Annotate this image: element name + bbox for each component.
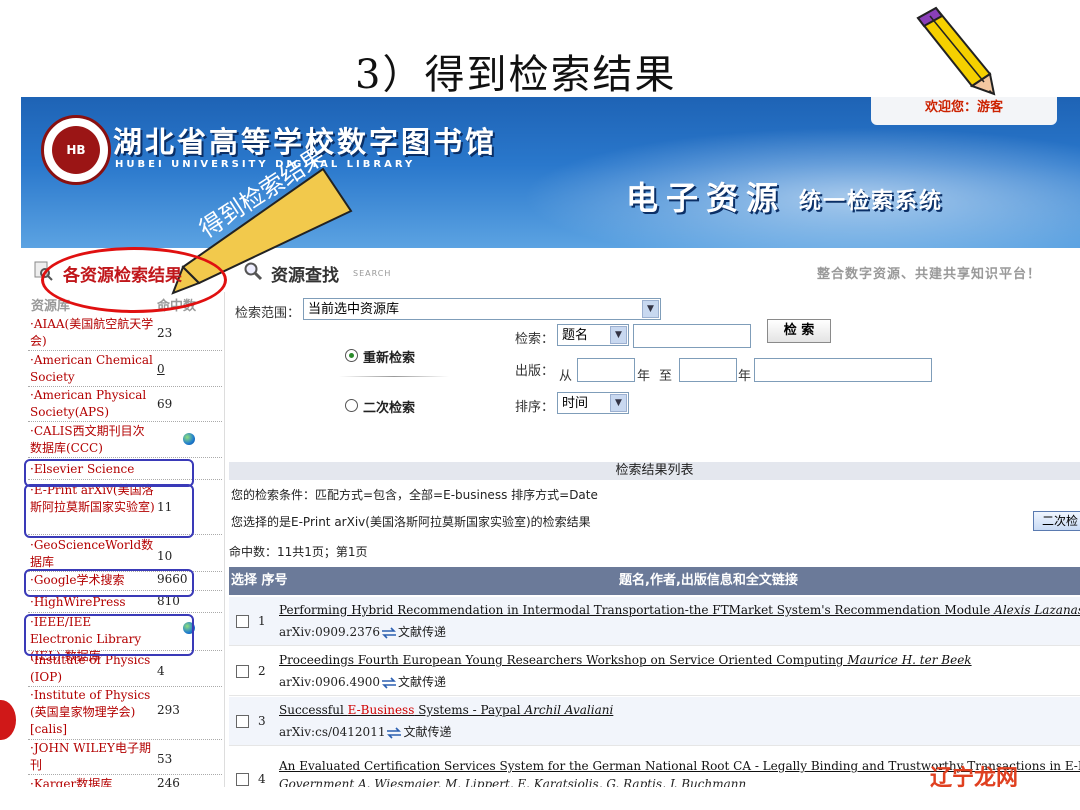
search-button[interactable]: 检 索 <box>767 319 831 343</box>
document-delivery-link[interactable]: 文献传递 <box>403 725 451 739</box>
red-oval-annotation <box>41 247 227 313</box>
magnifier-icon <box>244 262 263 281</box>
table-row: 3 Successful E-Business Systems - Paypal… <box>229 697 1080 746</box>
source-item[interactable]: ·Institute of Physics (英国皇家物理学会)[calis] … <box>28 687 222 740</box>
source-item[interactable]: ·GeoScienceWorld数据库 10 <box>28 537 222 572</box>
document-delivery-link[interactable]: 文献传递 <box>398 675 446 689</box>
select-checkbox[interactable] <box>236 665 249 678</box>
exchange-arrows-icon[interactable] <box>380 676 398 689</box>
divider <box>339 376 449 377</box>
chosen-database: 您选择的是E-Print arXiv(美国洛斯阿拉莫斯国家实验室)的检索结果 <box>231 515 591 529</box>
scope-select[interactable]: 当前选中资源库 ▼ <box>303 298 661 320</box>
source-item[interactable]: ·CALIS西文期刊目次数据库(CCC) <box>28 423 222 458</box>
source-item[interactable]: ·Institute of Physics (IOP) 4 <box>28 652 222 687</box>
slide-title: 3）得到检索结果 <box>355 52 677 98</box>
keyword-input[interactable] <box>633 324 751 348</box>
source-item[interactable]: ·JOHN WILEY电子期刊 53 <box>28 740 222 775</box>
chevron-down-icon[interactable]: ▼ <box>610 394 627 412</box>
select-checkbox[interactable] <box>236 615 249 628</box>
exchange-arrows-icon[interactable] <box>380 626 398 639</box>
decorative-red-shape <box>0 700 16 740</box>
search-form: 检索范围： 当前选中资源库 ▼ 检索： 题名 ▼ 检 索 重新检索 出版： 从 … <box>229 292 1080 462</box>
system-title: 电子资源 <box>626 179 787 217</box>
library-logo: HB <box>41 115 111 185</box>
select-checkbox[interactable] <box>236 715 249 728</box>
result-title-link[interactable]: Successful E-Business Systems - Paypal A… <box>279 703 613 717</box>
year-from-input[interactable] <box>577 358 635 382</box>
sort-select[interactable]: 时间 ▼ <box>557 392 629 414</box>
new-search-label[interactable]: 重新检索 <box>363 347 415 366</box>
highlight-box <box>24 569 194 597</box>
globe-icon[interactable] <box>183 433 195 445</box>
hit-summary: 命中数：11共1页；第1页 <box>229 545 368 559</box>
welcome-badge[interactable]: 欢迎您：游客 <box>871 97 1057 125</box>
new-search-radio[interactable] <box>345 349 358 362</box>
field-select[interactable]: 题名 ▼ <box>557 324 629 346</box>
exchange-arrows-icon[interactable] <box>385 726 403 739</box>
system-subtitle: 统一检索系统 <box>799 189 944 214</box>
screenshot-panel: HB 湖北省高等学校数字图书馆 HUBEI UNIVERSITY DIGITAL… <box>21 97 1080 787</box>
secondary-search-label[interactable]: 二次检索 <box>363 397 415 416</box>
source-item[interactable]: ·American Chemical Society 0 <box>28 352 222 387</box>
results-table-header: 选择 序号 题名,作者,出版信息和全文链接 <box>229 567 1080 595</box>
slogan: 整合数字资源、共建共享知识平台！ <box>817 267 1042 282</box>
result-title-link[interactable]: Proceedings Fourth European Young Resear… <box>279 653 972 667</box>
year-to-input[interactable] <box>679 358 737 382</box>
chevron-down-icon[interactable]: ▼ <box>642 300 659 318</box>
table-row: 2 Proceedings Fourth European Young Rese… <box>229 647 1080 696</box>
secondary-search-radio[interactable] <box>345 399 358 412</box>
source-item[interactable]: ·AIAA(美国航空航天学会) 23 <box>28 316 222 351</box>
source-list: 资源库 命中数 ·AIAA(美国航空航天学会) 23 ·American Che… <box>24 292 225 787</box>
table-row: 1 Performing Hybrid Recommendation in In… <box>229 597 1080 646</box>
result-title-link[interactable]: Performing Hybrid Recommendation in Inte… <box>279 603 1080 617</box>
source-item[interactable]: ·American Physical Society(APS) 69 <box>28 387 222 422</box>
pencil-clipart-icon <box>916 6 996 96</box>
search-conditions: 您的检索条件：匹配方式=包含，全部=E-business 排序方式=Date <box>231 488 598 502</box>
document-delivery-link[interactable]: 文献传递 <box>398 625 446 639</box>
results-list-title: 检索结果列表 <box>229 462 1080 480</box>
chevron-down-icon[interactable]: ▼ <box>610 326 627 344</box>
select-checkbox[interactable] <box>236 773 249 786</box>
highlight-box <box>24 459 194 487</box>
watermark: 辽宁龙网 <box>930 766 1019 791</box>
source-item[interactable]: ·Karger数据库 246 <box>28 776 222 787</box>
highlight-box <box>24 484 194 538</box>
publisher-input[interactable] <box>754 358 932 382</box>
secondary-search-button[interactable]: 二次检 <box>1033 511 1080 531</box>
highlight-box <box>24 614 194 656</box>
